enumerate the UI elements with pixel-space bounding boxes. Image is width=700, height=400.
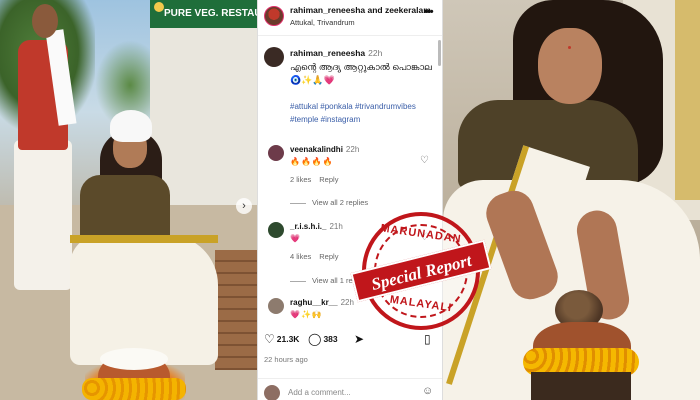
woman-saree (70, 235, 218, 365)
man-head (32, 4, 58, 38)
woman-face (538, 28, 602, 104)
restaurant-sign: PURE VEG. RESTAURAN (150, 0, 257, 28)
comment-time: 22h (340, 298, 354, 307)
carousel-next-icon[interactable]: › (236, 198, 252, 214)
profile-avatar[interactable] (264, 6, 284, 26)
viewer-avatar (264, 385, 280, 400)
post-actions: ♡ 21.3K ◯ 383 ➤ ▯ (258, 332, 442, 350)
comment-time: 21h (329, 222, 343, 231)
comment-meta: 2 likes Reply (290, 175, 346, 184)
comments-count: 383 (323, 334, 338, 344)
caption-avatar[interactable] (264, 47, 284, 67)
view-replies-label: View all 2 replies (312, 198, 369, 207)
comment-avatar[interactable] (268, 298, 284, 314)
comment-reply-button[interactable]: Reply (319, 252, 338, 261)
comment-time: 22h (345, 145, 360, 154)
brick-stack (215, 250, 257, 370)
comment-bubble-icon: ◯ (308, 332, 322, 346)
man-dhoti (14, 140, 72, 290)
pot-rice (100, 348, 168, 370)
add-comment-input[interactable]: Add a comment... (288, 388, 351, 397)
caption-time: 22h (368, 48, 383, 58)
comment-text: 💗✨🙌 (290, 310, 323, 319)
more-horizontal-icon[interactable]: ••• (424, 6, 434, 18)
sign-logo (154, 2, 164, 12)
post-usernames[interactable]: rahiman_reneesha and zeekeralam (290, 5, 431, 15)
left-photo: PURE VEG. RESTAURAN › (0, 0, 257, 400)
pot-stand (531, 372, 631, 400)
bookmark-icon: ▯ (424, 332, 431, 346)
caption-username-row: rahiman_reneesha 22h (290, 48, 382, 58)
caption-hashtags[interactable]: #attukal #ponkala #trivandrumvibes #temp… (290, 100, 438, 126)
comment-likes[interactable]: 2 likes (290, 175, 311, 184)
post-location[interactable]: Attukal, Trivandrum (290, 18, 355, 27)
comment-username-row: veenakalindhi 22h (290, 145, 359, 154)
post-header: rahiman_reneesha and zeekeralam Attukal,… (258, 0, 442, 36)
emoji-icon[interactable]: ☺ (422, 385, 433, 397)
comment-username-row: _r.i.s.h.i._ 21h (290, 222, 343, 231)
comment-button[interactable]: ◯ 383 (308, 332, 338, 346)
likes-count: 21.3K (276, 334, 300, 344)
send-icon: ➤ (354, 332, 365, 346)
share-button[interactable]: ➤ (354, 332, 366, 346)
comment-username-row: raghu__kr__ 22h (290, 298, 354, 307)
comment-text: 💗 (290, 234, 301, 243)
comment-username[interactable]: raghu__kr__ (290, 298, 338, 307)
instagram-post-panel: rahiman_reneesha and zeekeralam Attukal,… (257, 0, 443, 400)
caption-text: എന്റെ ആദ്യ ആറ്റുകാൽ പൊങ്കാല🧿✨🙏💗 (290, 62, 432, 85)
caption-username[interactable]: rahiman_reneesha (290, 48, 365, 58)
comment-avatar[interactable] (268, 222, 284, 238)
bindi (568, 46, 571, 49)
restaurant-building (150, 0, 257, 210)
comment-avatar[interactable] (268, 145, 284, 161)
woman-cap (110, 110, 152, 142)
comment-username[interactable]: veenakalindhi (290, 145, 343, 154)
replies-line (290, 202, 306, 204)
heart-outline-icon: ♡ (264, 332, 275, 346)
background-saree-border (675, 0, 700, 200)
post-time-ago: 22 hours ago (264, 355, 308, 364)
comment-reply-button[interactable]: Reply (319, 175, 338, 184)
save-button[interactable]: ▯ (424, 332, 433, 346)
saree-border (70, 235, 218, 243)
like-button[interactable]: ♡ 21.3K (264, 332, 299, 346)
marigold-garland (82, 378, 186, 400)
special-report-stamp: MARUNADAN Special Report MALAYALI (350, 212, 492, 330)
comment-meta: 4 likes Reply (290, 252, 346, 261)
heart-outline-icon[interactable]: ♡ (420, 155, 429, 166)
add-comment-bar: Add a comment... ☺ (258, 378, 442, 400)
comment-text: 🔥🔥🔥🔥 (290, 157, 334, 166)
right-photo (443, 0, 700, 400)
comment-username[interactable]: _r.i.s.h.i._ (290, 222, 326, 231)
comment-likes[interactable]: 4 likes (290, 252, 311, 261)
replies-line (290, 280, 306, 282)
view-replies-button[interactable]: View all 2 replies (290, 198, 368, 207)
